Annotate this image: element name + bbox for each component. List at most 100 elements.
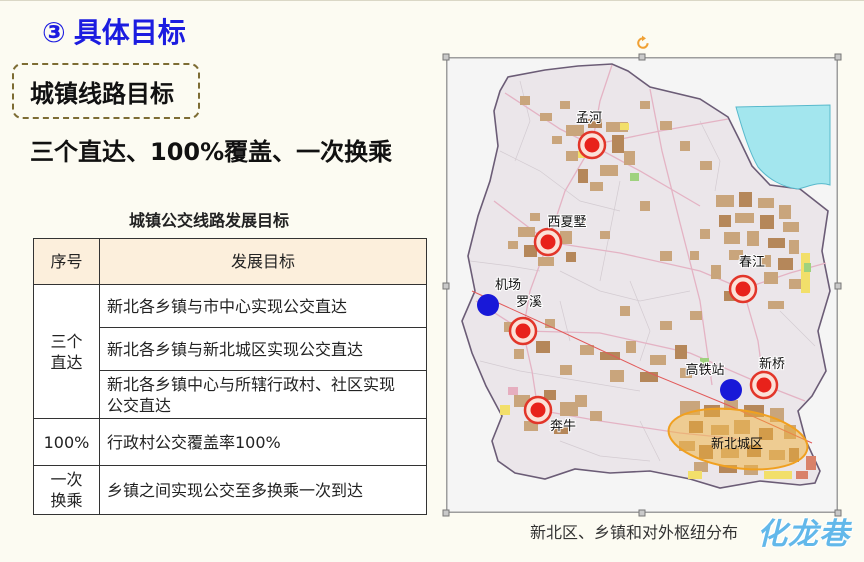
built-up-area bbox=[518, 227, 535, 237]
built-up-area bbox=[590, 182, 603, 191]
marker-dot bbox=[540, 234, 556, 250]
built-up-area bbox=[789, 279, 801, 289]
slide: ③ 具体目标 城镇线路目标 三个直达、100%覆盖、一次换乘 城镇公交线路发展目标… bbox=[0, 0, 864, 562]
built-up-area bbox=[764, 272, 778, 284]
marker-dot bbox=[515, 323, 531, 339]
category-label: 三个直达 bbox=[50, 331, 83, 372]
marker-dot bbox=[756, 377, 772, 393]
resize-handle-icon[interactable] bbox=[638, 53, 646, 61]
built-up-area bbox=[650, 355, 666, 365]
built-up-area bbox=[640, 101, 650, 109]
built-up-area bbox=[735, 213, 754, 223]
built-up-area bbox=[600, 352, 620, 360]
resize-handle-icon[interactable] bbox=[834, 53, 842, 61]
goal-cell: 新北各乡镇中心与所辖行政村、社区实现公交直达 bbox=[99, 370, 427, 419]
built-up-area bbox=[610, 370, 624, 382]
section-number: ③ bbox=[42, 16, 66, 49]
rotate-icon[interactable] bbox=[635, 35, 651, 51]
town-marker-xixiashu bbox=[533, 227, 563, 257]
hub-label: 机场 bbox=[495, 278, 521, 293]
district-map-image[interactable]: 新北城区 孟河 西夏墅 春江 罗溪 新桥 奔牛 机场 高铁站 bbox=[446, 57, 838, 513]
marker-dot bbox=[530, 402, 546, 418]
resize-handle-icon[interactable] bbox=[442, 509, 450, 517]
built-up-area bbox=[566, 151, 578, 161]
built-up-area bbox=[711, 265, 721, 279]
table-row: 一次换乘 乡镇之间实现公交至多换乘一次到达 bbox=[33, 465, 427, 515]
town-label: 西夏墅 bbox=[547, 215, 586, 230]
category-label: 一次换乘 bbox=[50, 470, 83, 510]
hub-marker-airport bbox=[477, 294, 499, 316]
town-label: 新桥 bbox=[759, 356, 785, 372]
built-up-area bbox=[700, 161, 712, 170]
built-up-area bbox=[560, 101, 570, 109]
header-index: 序号 bbox=[33, 238, 100, 285]
green-space bbox=[630, 173, 639, 181]
marker-dot bbox=[735, 281, 751, 297]
built-up-area bbox=[578, 169, 588, 183]
callout-label: 城镇线路目标 bbox=[30, 79, 174, 108]
built-up-area bbox=[719, 215, 731, 227]
built-up-area bbox=[520, 96, 530, 105]
goal-cell: 行政村公交覆盖率100% bbox=[99, 418, 427, 466]
built-up-area bbox=[612, 135, 624, 153]
header-goal: 发展目标 bbox=[99, 238, 427, 285]
town-label: 罗溪 bbox=[516, 295, 542, 310]
development-zone bbox=[620, 123, 629, 130]
table-header-row: 序号 发展目标 bbox=[33, 238, 427, 285]
goal-text: 新北各乡镇与新北城区实现公交直达 bbox=[107, 339, 364, 359]
built-up-area bbox=[538, 257, 554, 266]
goal-text: 新北各乡镇中心与所辖行政村、社区实现公交直达 bbox=[107, 374, 396, 415]
section-title-text: 具体目标 bbox=[73, 16, 186, 49]
town-marker-luoxi bbox=[508, 316, 538, 346]
built-up-area bbox=[624, 151, 635, 165]
resize-handle-icon[interactable] bbox=[442, 282, 450, 290]
watermark-logo: 化龙巷 bbox=[757, 517, 850, 552]
goal-text: 行政村公交覆盖率100% bbox=[107, 432, 281, 452]
built-up-area bbox=[700, 229, 710, 239]
town-marker-chunjiang bbox=[728, 274, 758, 304]
built-up-area bbox=[690, 251, 699, 260]
goal-text: 乡镇之间实现公交至多换乘一次到达 bbox=[107, 480, 364, 500]
category-label: 100% bbox=[43, 432, 90, 452]
section-title: ③ 具体目标 bbox=[42, 15, 186, 51]
built-up-area bbox=[694, 462, 708, 472]
built-up-area bbox=[758, 198, 774, 208]
development-zone bbox=[688, 471, 702, 479]
built-up-area bbox=[590, 411, 602, 421]
built-up-area bbox=[783, 222, 799, 232]
built-up-area bbox=[768, 238, 785, 248]
built-up-area bbox=[779, 205, 791, 219]
map-caption: 新北区、乡镇和对外枢纽分布 bbox=[530, 523, 739, 542]
built-up-area bbox=[540, 113, 552, 121]
built-up-area bbox=[600, 165, 618, 176]
built-up-area bbox=[514, 349, 524, 359]
built-up-area bbox=[690, 311, 702, 320]
urban-area-label: 新北城区 bbox=[711, 436, 763, 452]
resize-handle-icon[interactable] bbox=[834, 509, 842, 517]
resize-handle-icon[interactable] bbox=[442, 53, 450, 61]
resize-handle-icon[interactable] bbox=[638, 509, 646, 517]
table-row: 三个直达 新北各乡镇与市中心实现公交直达 bbox=[33, 284, 427, 419]
category-cell: 一次换乘 bbox=[33, 465, 100, 515]
development-zone bbox=[500, 405, 510, 415]
built-up-area bbox=[640, 372, 658, 382]
industrial-area bbox=[508, 387, 518, 395]
built-up-area bbox=[552, 136, 562, 144]
built-up-area bbox=[660, 321, 672, 330]
built-up-area bbox=[566, 252, 576, 262]
built-up-area bbox=[600, 231, 610, 239]
goal-text: 新北各乡镇与市中心实现公交直达 bbox=[107, 296, 348, 316]
town-marker-xinqiao bbox=[749, 370, 779, 400]
goal-cell: 乡镇之间实现公交至多换乘一次到达 bbox=[99, 465, 427, 515]
built-up-area bbox=[675, 345, 687, 359]
built-up-area bbox=[724, 232, 740, 244]
town-marker-menghe bbox=[577, 130, 607, 160]
built-up-area bbox=[560, 365, 572, 375]
hub-label: 高铁站 bbox=[685, 362, 724, 378]
table-title: 城镇公交线路发展目标 bbox=[129, 211, 290, 230]
built-up-area bbox=[768, 301, 784, 309]
goals-table: 序号 发展目标 三个直达 新北各乡镇与市中心实现公交直达 新北各乡镇与新北城区实… bbox=[33, 238, 427, 515]
resize-handle-icon[interactable] bbox=[834, 282, 842, 290]
town-label: 孟河 bbox=[576, 111, 602, 126]
development-zone bbox=[764, 471, 792, 479]
